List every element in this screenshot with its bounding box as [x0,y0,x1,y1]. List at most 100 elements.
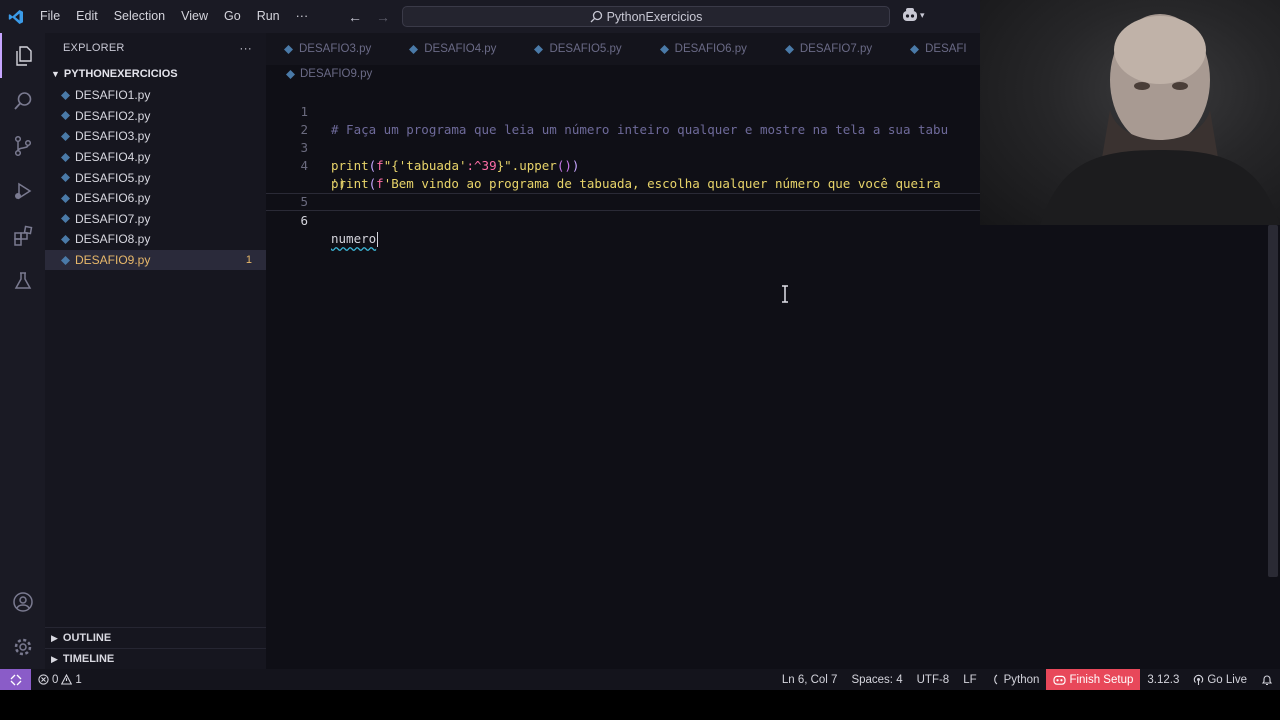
go-live-button[interactable]: Go Live [1186,669,1254,690]
file-name: DESAFIO3.py [75,129,151,144]
file-name: DESAFIO6.py [75,191,151,206]
command-center-search[interactable]: PythonExercicios [402,6,890,27]
timeline-section[interactable]: ▶ TIMELINE [45,648,266,669]
copilot-icon [1053,675,1067,685]
indentation[interactable]: Spaces: 4 [844,669,909,690]
explorer-title: EXPLORER [63,42,125,54]
menu-file[interactable]: File [32,0,68,33]
webcam-person-image [1040,14,1280,225]
search-icon [590,10,602,23]
explorer-more-button[interactable]: ··· [239,41,252,55]
file-item[interactable]: DESAFIO3.py [45,126,266,147]
explorer-header: EXPLORER ··· [45,33,266,63]
python-file-icon [784,44,794,54]
menu-edit[interactable]: Edit [68,0,106,33]
file-item[interactable]: DESAFIO8.py [45,229,266,250]
file-name: DESAFIO2.py [75,108,151,123]
tab-label: DESAFIO7.py [799,43,873,55]
python-file-icon [284,44,293,54]
workspace-folder[interactable]: ▼ PYTHONEXERCICIOS [45,63,266,85]
error-icon [38,674,49,685]
notifications-bell-icon[interactable] [1254,669,1280,690]
breadcrumb[interactable]: DESAFIO9.py [286,68,372,80]
chevron-right-icon: ▶ [51,653,58,664]
file-encoding[interactable]: UTF-8 [910,669,957,690]
editor-tab[interactable]: DESAFIO5.py [516,33,641,65]
source-control-icon[interactable] [0,123,45,168]
file-name: DESAFIO5.py [75,170,151,185]
file-item[interactable]: DESAFIO6.py [45,188,266,209]
file-item[interactable]: DESAFIO5.py [45,167,266,188]
editor-scrollbar[interactable] [1268,225,1278,577]
menu-view[interactable]: View [173,0,216,33]
editor-tab[interactable]: DESAFIO4.py [391,33,516,65]
search-icon[interactable] [0,78,45,123]
editor-tab[interactable]: DESAFI [892,33,987,65]
menu-run[interactable]: Run [249,0,288,33]
file-list: DESAFIO1.py DESAFIO2.py DESAFIO3.py DESAFIO… [45,85,266,271]
file-item[interactable]: DESAFIO9.py 1 [45,249,266,271]
warning-icon [61,674,73,685]
file-name: DESAFIO8.py [75,232,151,247]
python-file-icon [61,234,70,244]
python-file-icon [61,255,70,265]
finish-setup-label: Finish Setup [1069,673,1134,686]
copilot-icon [903,8,917,21]
python-file-icon [61,111,70,121]
explorer-icon[interactable] [0,33,45,78]
extensions-icon[interactable] [0,213,45,258]
python-file-icon [659,44,669,54]
account-icon[interactable] [0,579,45,624]
vscode-logo-icon [0,0,32,33]
line-number: 6 [300,213,308,228]
python-file-icon [61,90,70,100]
file-name: DESAFIO4.py [75,150,151,165]
python-version[interactable]: 3.12.3 [1140,669,1186,690]
forward-arrow-icon[interactable]: → [376,9,390,25]
outline-label: OUTLINE [62,632,112,644]
screen-border [0,690,1280,720]
menu-go[interactable]: Go [216,0,249,33]
warning-count: 1 [75,673,82,686]
text-cursor [377,232,379,247]
python-file-icon [910,44,920,54]
error-count: 0 [52,673,59,686]
file-name: DESAFIO1.py [75,88,151,103]
file-item[interactable]: DESAFIO4.py [45,147,266,168]
menu-selection[interactable]: Selection [106,0,173,33]
problems-indicator[interactable]: 0 1 [31,669,89,690]
status-bar: 0 1 Ln 6, Col 7 Spaces: 4 UTF-8 LF Pytho… [0,669,1280,690]
file-item[interactable]: DESAFIO2.py [45,106,266,127]
chevron-down-icon: ▼ [51,69,60,79]
end-of-line[interactable]: LF [956,669,983,690]
tab-label: DESAFIO3.py [299,43,372,55]
tab-label: DESAFIO6.py [674,43,747,55]
back-arrow-icon[interactable]: ← [348,9,362,25]
run-debug-icon[interactable] [0,168,45,213]
broadcast-icon [1194,674,1204,685]
python-file-icon [534,44,544,54]
outline-section[interactable]: ▶ OUTLINE [45,627,266,648]
finish-setup-button[interactable]: Finish Setup [1046,669,1141,690]
timeline-label: TIMELINE [62,653,115,665]
code-text: numero [331,231,379,247]
language-mode[interactable]: Python [984,669,1047,690]
python-file-icon [409,44,419,54]
file-item[interactable]: DESAFIO7.py [45,209,266,230]
go-live-label: Go Live [1207,673,1247,686]
file-item[interactable]: DESAFIO1.py [45,85,266,106]
testing-flask-icon[interactable] [0,258,45,303]
editor-tab[interactable]: DESAFIO7.py [767,33,892,65]
python-file-icon [61,152,70,162]
copilot-button[interactable]: ▾ [902,8,925,22]
chevron-down-icon: ▾ [920,9,925,20]
editor-tab[interactable]: DESAFIO3.py [266,33,391,65]
cursor-position[interactable]: Ln 6, Col 7 [775,669,845,690]
remote-indicator[interactable] [0,669,31,690]
menu-more[interactable]: ··· [288,0,317,33]
chevron-right-icon: ▶ [51,632,58,643]
editor-tab[interactable]: DESAFIO6.py [642,33,767,65]
braces-icon [993,674,997,685]
folder-name: PYTHONEXERCICIOS [63,68,178,80]
settings-gear-icon[interactable] [0,624,45,669]
